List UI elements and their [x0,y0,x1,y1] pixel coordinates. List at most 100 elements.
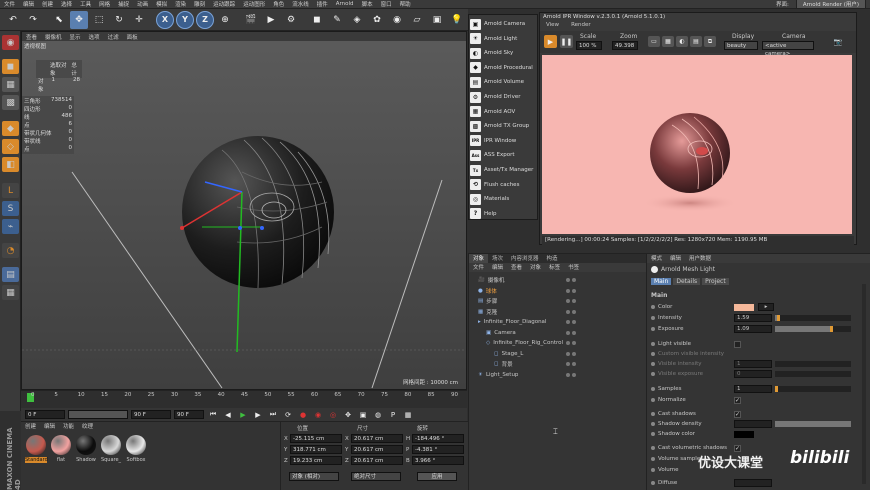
rotation-field[interactable]: 3.966 ° [412,456,464,465]
arnold-menu-item[interactable]: ▩ Arnold TX Group [470,119,537,133]
ipr-lut-icon[interactable]: ▤ [690,36,702,47]
menu-item-18[interactable]: 窗口 [377,0,396,8]
ipr-channel-icon[interactable]: ◐ [676,36,688,47]
tweak-icon[interactable]: ⌁ [2,219,19,234]
size-field[interactable]: 20.617 cm [351,456,403,465]
object-row[interactable]: ◇ Infinite_Floor_Rig_Control [472,338,644,348]
rotation-field[interactable]: -4.381 ° [412,445,464,454]
keyframe-selection-icon[interactable]: ◎ [327,409,339,420]
object-row[interactable]: ▦ 克隆 [472,307,644,317]
object-menu-item[interactable]: 编辑 [488,263,507,272]
arnold-menu-item[interactable]: ? Help [470,207,537,221]
snap-icon[interactable]: S [2,201,19,216]
coord-system-icon[interactable]: ⊕ [216,11,234,29]
intensity-field[interactable]: 1.59 [734,314,772,322]
visibility-dots[interactable] [566,330,576,335]
object-menu-item[interactable]: 查看 [507,263,526,272]
object-menu-item[interactable]: 标签 [545,263,564,272]
lock-workplane-icon[interactable]: ◔ [2,243,19,258]
ipr-zoom-field[interactable]: 49.398 [612,41,638,50]
size-field[interactable]: 20.617 cm [351,445,403,454]
position-field[interactable]: -25.115 cm [290,434,342,443]
undo-icon[interactable]: ↶ [4,11,22,29]
menu-item-11[interactable]: 运动跟踪 [209,0,239,8]
visible-intensity-slider[interactable] [775,361,851,367]
material-swatch[interactable]: Shadow [75,435,97,463]
render-settings-icon[interactable]: ⚙ [282,11,300,29]
attribute-menu-item[interactable]: 模式 [647,254,666,263]
menu-item-0[interactable]: 文件 [0,0,19,8]
cast-volumetric-checkbox[interactable]: ✓ [734,444,741,452]
object-manager-tab[interactable]: 内容浏览器 [507,254,543,263]
menu-item-7[interactable]: 动画 [133,0,152,8]
ipr-menu-item[interactable]: Render [565,22,597,31]
menu-item-8[interactable]: 模拟 [152,0,171,8]
arnold-menu-item[interactable]: Tx Asset/Tx Manager [470,163,537,177]
current-frame-field[interactable]: 0 F [25,410,65,419]
menu-item-19[interactable]: 帮助 [396,0,415,8]
prev-key-icon[interactable]: ◀ [222,409,234,420]
menu-item-10[interactable]: 雕刻 [190,0,209,8]
arnold-menu-item[interactable]: ☀ Arnold Light [470,32,537,46]
arnold-menu-item[interactable]: ◆ Arnold Procedural [470,61,537,75]
object-row[interactable]: ▤ 步骤 [472,296,644,306]
live-select-icon[interactable]: ⬉ [50,11,68,29]
visibility-dots[interactable] [566,288,576,293]
visibility-dots[interactable] [566,299,576,303]
material-swatch[interactable]: Square_ [100,435,122,463]
perspective-viewport[interactable]: 查看 摄像机 显示 选项 过滤 面板 透视视图 选取对象 总计 对象 1 28 三角形 73… [21,31,467,390]
ipr-region-icon[interactable]: ▭ [648,36,660,47]
menu-item-16[interactable]: Arnold [332,1,358,7]
axis-mode-icon[interactable]: L [2,183,19,198]
material-swatch[interactable]: flat [50,435,72,463]
apply-button[interactable]: 应用 [417,472,457,481]
rotation-field[interactable]: -184.496 ° [412,434,464,443]
cube-icon[interactable]: ◼ [308,11,326,29]
key-param-icon[interactable]: P [387,409,399,420]
y-axis-lock-button[interactable]: Y [176,10,194,29]
tab-main[interactable]: Main [651,278,672,285]
exposure-slider[interactable] [775,326,851,332]
material-menu-item[interactable]: 创建 [21,422,40,431]
object-row[interactable]: ☀ Light_Setup [472,370,644,380]
menu-item-6[interactable]: 捕捉 [114,0,133,8]
object-row[interactable]: ◻ Stage_L [472,349,644,359]
play-icon[interactable]: ▶ [237,409,249,420]
ipr-camera-dropdown[interactable]: <active camera> [762,41,814,57]
go-to-start-icon[interactable]: ⏮ [207,409,219,420]
visibility-dots[interactable] [566,278,576,282]
grid-icon[interactable]: ▦ [2,285,19,300]
coord-mode-dropdown[interactable]: 对象 (相对) [289,472,339,481]
points-mode-icon[interactable]: ◆ [2,121,19,136]
color-dropdown-icon[interactable]: ▸ [758,303,774,311]
arnold-menu-item[interactable]: ▦ Arnold AOV [470,105,537,119]
ipr-display-dropdown[interactable]: beauty [724,41,758,50]
position-field[interactable]: 318.771 cm [290,445,342,454]
x-axis-lock-button[interactable]: X [156,10,174,29]
object-row[interactable]: 🎥 摄像机 [472,275,644,285]
ipr-pause-icon[interactable]: ❚❚ [560,35,573,48]
workplane-icon[interactable]: ▩ [2,95,19,110]
key-rotate-icon[interactable]: ◍ [372,409,384,420]
sphere-object[interactable] [182,136,334,289]
material-menu-item[interactable]: 功能 [59,422,78,431]
autokey-icon[interactable]: ◉ [312,409,324,420]
deformer-icon[interactable]: ◉ [388,11,406,29]
object-manager-tab[interactable]: 构造 [543,254,562,263]
menu-item-2[interactable]: 创建 [38,0,57,8]
scale-tool-icon[interactable]: ⬚ [90,11,108,29]
arnold-menu-item[interactable]: ◐ Arnold Sky [470,46,537,60]
menu-item-12[interactable]: 运动图形 [239,0,269,8]
menu-item-1[interactable]: 编辑 [19,0,38,8]
ipr-render-view[interactable] [542,55,852,234]
normalize-checkbox[interactable]: ✓ [734,396,741,404]
recent-tool-icon[interactable]: ✛ [130,11,148,29]
visibility-dots[interactable] [566,309,576,314]
ipr-snapshot-icon[interactable]: ⧉ [704,36,716,47]
color-swatch[interactable] [734,303,754,311]
model-mode-icon[interactable]: ◼ [2,59,19,74]
tab-project[interactable]: Project [702,278,729,285]
arnold-menu-item[interactable]: IPR IPR Window [470,134,537,148]
visible-intensity-field[interactable]: 1 [734,360,772,368]
intensity-slider[interactable] [775,315,851,321]
